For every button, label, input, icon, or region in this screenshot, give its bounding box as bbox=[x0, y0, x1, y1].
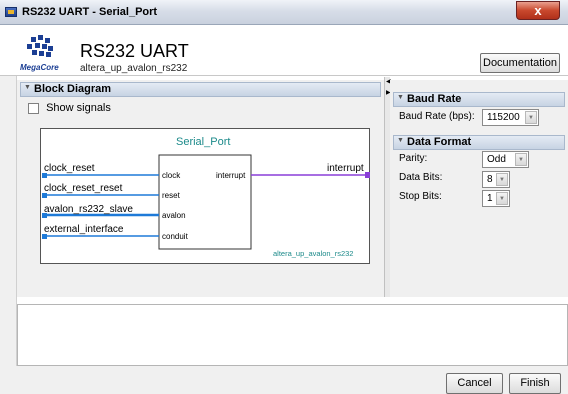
finish-button[interactable]: Finish bbox=[509, 373, 561, 394]
parity-select[interactable]: Odd ▼ bbox=[482, 151, 529, 168]
signal-label: clock_reset_reset bbox=[44, 183, 123, 194]
data-bits-label: Data Bits: bbox=[399, 172, 443, 183]
show-signals-label: Show signals bbox=[46, 102, 111, 115]
block-diagram-svg: Serial_Port clock_reset clock_reset_rese… bbox=[42, 136, 370, 258]
collapse-icon[interactable]: ▼ bbox=[24, 84, 31, 91]
chevron-down-icon[interactable]: ▼ bbox=[496, 173, 508, 186]
baud-rate-select[interactable]: 115200 ▼ bbox=[482, 109, 539, 126]
page-subtitle: altera_up_avalon_rs232 bbox=[80, 63, 188, 74]
collapse-icon[interactable]: ▼ bbox=[397, 94, 404, 101]
port-label: clock bbox=[162, 171, 181, 180]
baud-rate-title: Baud Rate bbox=[407, 93, 462, 105]
port-label: avalon bbox=[162, 211, 186, 220]
parameters-panel: ▼ Baud Rate Baud Rate (bps): 115200 ▼ ▼ … bbox=[390, 80, 568, 297]
data-bits-select[interactable]: 8 ▼ bbox=[482, 171, 510, 188]
block-diagram-header[interactable]: ▼ Block Diagram bbox=[20, 82, 381, 97]
output-port-label: interrupt bbox=[216, 171, 246, 180]
baud-rate-label: Baud Rate (bps): bbox=[399, 111, 475, 122]
block-diagram-canvas: Serial_Port clock_reset clock_reset_rese… bbox=[40, 128, 370, 264]
stop-bits-value: 1 bbox=[487, 193, 493, 204]
baud-rate-value: 115200 bbox=[487, 112, 520, 123]
block-diagram-title: Block Diagram bbox=[34, 83, 112, 95]
module-name: altera_up_avalon_rs232 bbox=[273, 249, 353, 258]
stop-bits-select[interactable]: 1 ▼ bbox=[482, 190, 510, 207]
page-title: RS232 UART bbox=[80, 41, 189, 61]
data-format-title: Data Format bbox=[407, 136, 472, 148]
parity-label: Parity: bbox=[399, 153, 428, 164]
data-format-header[interactable]: ▼ Data Format bbox=[393, 135, 565, 150]
title-bar: RS232 UART - Serial_Port x bbox=[0, 0, 568, 25]
close-button[interactable]: x bbox=[516, 1, 560, 20]
message-area bbox=[17, 304, 568, 366]
signal-label: external_interface bbox=[44, 224, 124, 235]
component-name: Serial_Port bbox=[176, 136, 230, 148]
megacore-logo-icon bbox=[27, 35, 53, 59]
data-bits-value: 8 bbox=[487, 174, 493, 185]
interrupt-connector bbox=[365, 172, 370, 178]
window-title: RS232 UART - Serial_Port bbox=[22, 6, 158, 18]
baud-rate-header[interactable]: ▼ Baud Rate bbox=[393, 92, 565, 107]
logo-text: MegaCore bbox=[20, 63, 59, 72]
chevron-down-icon[interactable]: ▼ bbox=[496, 192, 508, 205]
app-icon bbox=[5, 7, 17, 17]
signal-label: clock_reset bbox=[44, 163, 95, 174]
port-label: reset bbox=[162, 191, 181, 200]
left-gutter bbox=[0, 76, 17, 394]
output-signal-label: interrupt bbox=[327, 163, 364, 174]
show-signals-checkbox[interactable] bbox=[28, 102, 39, 114]
signal-label: avalon_rs232_slave bbox=[44, 204, 133, 215]
chevron-down-icon[interactable]: ▼ bbox=[515, 153, 527, 166]
megacore-logo: MegaCore bbox=[20, 35, 64, 75]
parity-value: Odd bbox=[487, 154, 506, 165]
chevron-down-icon[interactable]: ▼ bbox=[525, 111, 537, 124]
stop-bits-label: Stop Bits: bbox=[399, 191, 442, 202]
collapse-icon[interactable]: ▼ bbox=[397, 137, 404, 144]
port-label: conduit bbox=[162, 232, 189, 241]
show-signals-option[interactable]: Show signals bbox=[28, 102, 111, 114]
cancel-button[interactable]: Cancel bbox=[446, 373, 503, 394]
footer: Cancel Finish bbox=[0, 366, 568, 394]
documentation-button[interactable]: Documentation bbox=[480, 53, 560, 73]
